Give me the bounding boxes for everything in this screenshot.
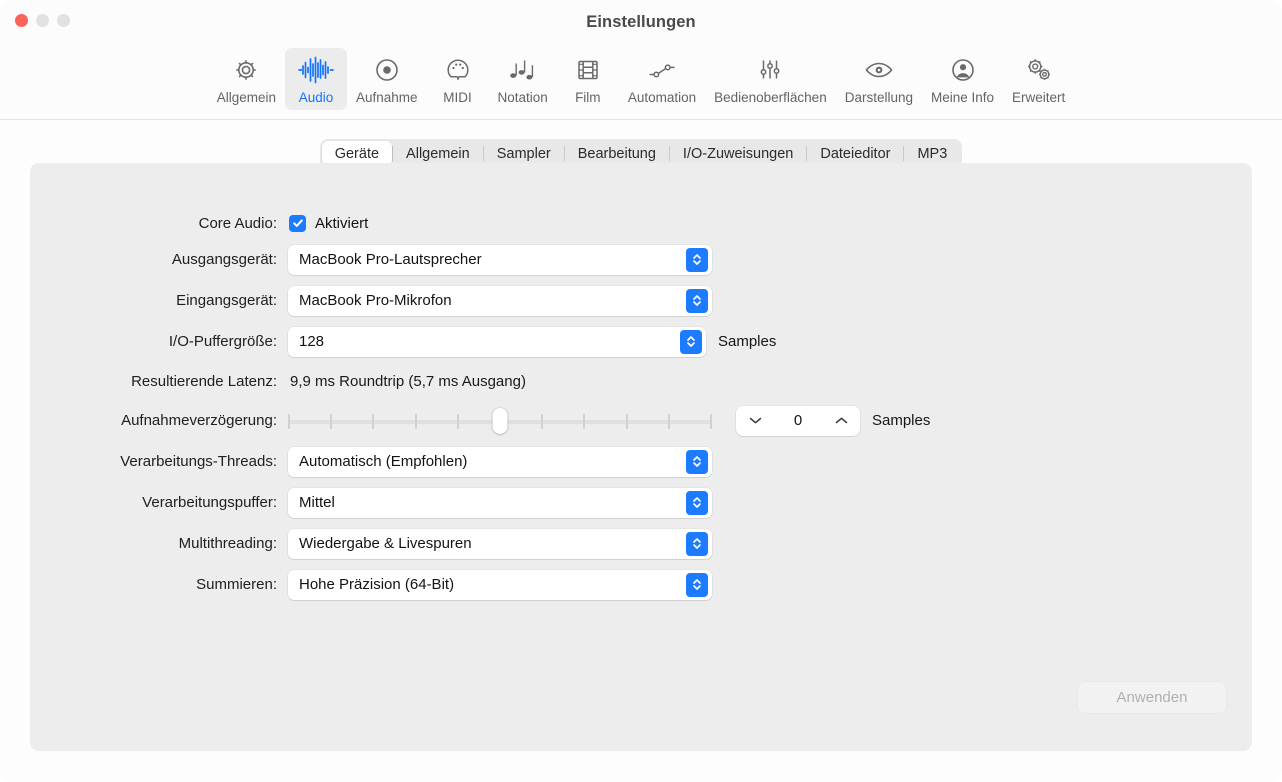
chevron-down-icon[interactable] xyxy=(746,416,764,425)
film-strip-icon xyxy=(575,55,601,85)
toolbar-item-automation[interactable]: Automation xyxy=(619,48,705,110)
label-latency: Resultierende Latenz: xyxy=(30,373,288,390)
processing-buffer-value: Mittel xyxy=(288,494,335,511)
toolbar-label: Bedienoberflächen xyxy=(714,90,827,105)
toolbar-item-audio[interactable]: Audio xyxy=(285,48,347,110)
row-processing-threads: Verarbeitungs-Threads: Automatisch (Empf… xyxy=(30,441,1252,482)
summing-select[interactable]: Hohe Präzision (64-Bit) xyxy=(288,570,712,600)
music-notes-icon xyxy=(508,55,538,85)
recording-delay-slider[interactable] xyxy=(288,408,712,434)
label-recording-delay: Aufnahmeverzögerung: xyxy=(30,412,288,429)
chevron-updown-icon[interactable] xyxy=(686,248,708,272)
automation-node-icon xyxy=(647,55,677,85)
toolbar-item-aufnahme[interactable]: Aufnahme xyxy=(347,48,427,110)
buffer-size-unit: Samples xyxy=(718,333,776,350)
output-device-value: MacBook Pro-Lautsprecher xyxy=(288,251,482,268)
core-audio-checkbox-label: Aktiviert xyxy=(315,215,368,232)
chevron-up-icon[interactable] xyxy=(832,416,850,425)
toolbar-item-darstellung[interactable]: Darstellung xyxy=(836,48,922,110)
toolbar-label: Film xyxy=(575,90,601,105)
processing-threads-select[interactable]: Automatisch (Empfohlen) xyxy=(288,447,712,477)
chevron-updown-icon[interactable] xyxy=(686,573,708,597)
preferences-toolbar: Allgemein Audio Aufnahme xyxy=(0,44,1282,120)
toolbar-item-erweitert[interactable]: Erweitert xyxy=(1003,48,1074,110)
zoom-button[interactable] xyxy=(57,14,70,27)
chevron-updown-icon[interactable] xyxy=(680,330,702,354)
audio-devices-form: Core Audio: Aktiviert Ausgangsgerät: Mac… xyxy=(30,207,1252,605)
toolbar-item-allgemein[interactable]: Allgemein xyxy=(208,48,285,110)
row-recording-delay: Aufnahmeverzögerung: xyxy=(30,400,1252,441)
row-buffer-size: I/O-Puffergröße: 128 Samples xyxy=(30,321,1252,362)
slider-knob[interactable] xyxy=(493,408,508,434)
label-processing-threads: Verarbeitungs-Threads: xyxy=(30,453,288,470)
toolbar-label: Automation xyxy=(628,90,696,105)
row-core-audio: Core Audio: Aktiviert xyxy=(30,207,1252,239)
row-latency: Resultierende Latenz: 9,9 ms Roundtrip (… xyxy=(30,362,1252,400)
toolbar-item-notation[interactable]: Notation xyxy=(489,48,557,110)
row-multithreading: Multithreading: Wiedergabe & Livespuren xyxy=(30,523,1252,564)
eye-icon xyxy=(864,55,894,85)
toolbar-label: MIDI xyxy=(443,90,472,105)
preferences-window: Einstellungen Allgemein Audio xyxy=(0,0,1282,782)
minimize-button[interactable] xyxy=(36,14,49,27)
latency-value: 9,9 ms Roundtrip (5,7 ms Ausgang) xyxy=(288,373,526,390)
gear-icon xyxy=(233,55,259,85)
label-input-device: Eingangsgerät: xyxy=(30,292,288,309)
sliders-icon xyxy=(757,55,783,85)
input-device-value: MacBook Pro-Mikrofon xyxy=(288,292,452,309)
chevron-updown-icon[interactable] xyxy=(686,491,708,515)
toolbar-label: Darstellung xyxy=(845,90,913,105)
toolbar-item-bedienoberflaechen[interactable]: Bedienoberflächen xyxy=(705,48,836,110)
label-output-device: Ausgangsgerät: xyxy=(30,251,288,268)
waveform-icon xyxy=(297,55,335,85)
apply-button[interactable]: Anwenden xyxy=(1078,682,1226,713)
row-input-device: Eingangsgerät: MacBook Pro-Mikrofon xyxy=(30,280,1252,321)
summing-value: Hohe Präzision (64-Bit) xyxy=(288,576,454,593)
toolbar-label: Audio xyxy=(299,90,334,105)
title-bar: Einstellungen xyxy=(0,0,1282,44)
chevron-updown-icon[interactable] xyxy=(686,450,708,474)
recording-delay-stepper[interactable]: 0 xyxy=(736,406,860,436)
person-circle-icon xyxy=(950,55,976,85)
buffer-size-value: 128 xyxy=(288,333,324,350)
row-summing: Summieren: Hohe Präzision (64-Bit) xyxy=(30,564,1252,605)
toolbar-item-meine-info[interactable]: Meine Info xyxy=(922,48,1003,110)
chevron-updown-icon[interactable] xyxy=(686,532,708,556)
label-buffer-size: I/O-Puffergröße: xyxy=(30,333,288,350)
double-gear-icon xyxy=(1025,55,1053,85)
toolbar-label: Aufnahme xyxy=(356,90,418,105)
midi-connector-icon xyxy=(445,55,471,85)
settings-panel: Core Audio: Aktiviert Ausgangsgerät: Mac… xyxy=(30,163,1252,751)
record-circle-icon xyxy=(374,55,400,85)
row-output-device: Ausgangsgerät: MacBook Pro-Lautsprecher xyxy=(30,239,1252,280)
recording-delay-value: 0 xyxy=(794,412,802,429)
traffic-light-buttons xyxy=(15,14,70,27)
label-processing-buffer: Verarbeitungspuffer: xyxy=(30,494,288,511)
close-button[interactable] xyxy=(15,14,28,27)
buffer-size-select[interactable]: 128 xyxy=(288,327,706,357)
toolbar-label: Allgemein xyxy=(217,90,276,105)
toolbar-label: Meine Info xyxy=(931,90,994,105)
label-core-audio: Core Audio: xyxy=(30,215,288,232)
chevron-updown-icon[interactable] xyxy=(686,289,708,313)
toolbar-label: Notation xyxy=(498,90,548,105)
multithreading-select[interactable]: Wiedergabe & Livespuren xyxy=(288,529,712,559)
window-title: Einstellungen xyxy=(586,13,695,32)
label-summing: Summieren: xyxy=(30,576,288,593)
input-device-select[interactable]: MacBook Pro-Mikrofon xyxy=(288,286,712,316)
toolbar-item-film[interactable]: Film xyxy=(557,48,619,110)
processing-threads-value: Automatisch (Empfohlen) xyxy=(288,453,467,470)
label-multithreading: Multithreading: xyxy=(30,535,288,552)
processing-buffer-select[interactable]: Mittel xyxy=(288,488,712,518)
multithreading-value: Wiedergabe & Livespuren xyxy=(288,535,472,552)
recording-delay-unit: Samples xyxy=(872,412,930,429)
output-device-select[interactable]: MacBook Pro-Lautsprecher xyxy=(288,245,712,275)
row-processing-buffer: Verarbeitungspuffer: Mittel xyxy=(30,482,1252,523)
core-audio-checkbox[interactable] xyxy=(289,215,306,232)
toolbar-label: Erweitert xyxy=(1012,90,1065,105)
toolbar-item-midi[interactable]: MIDI xyxy=(427,48,489,110)
